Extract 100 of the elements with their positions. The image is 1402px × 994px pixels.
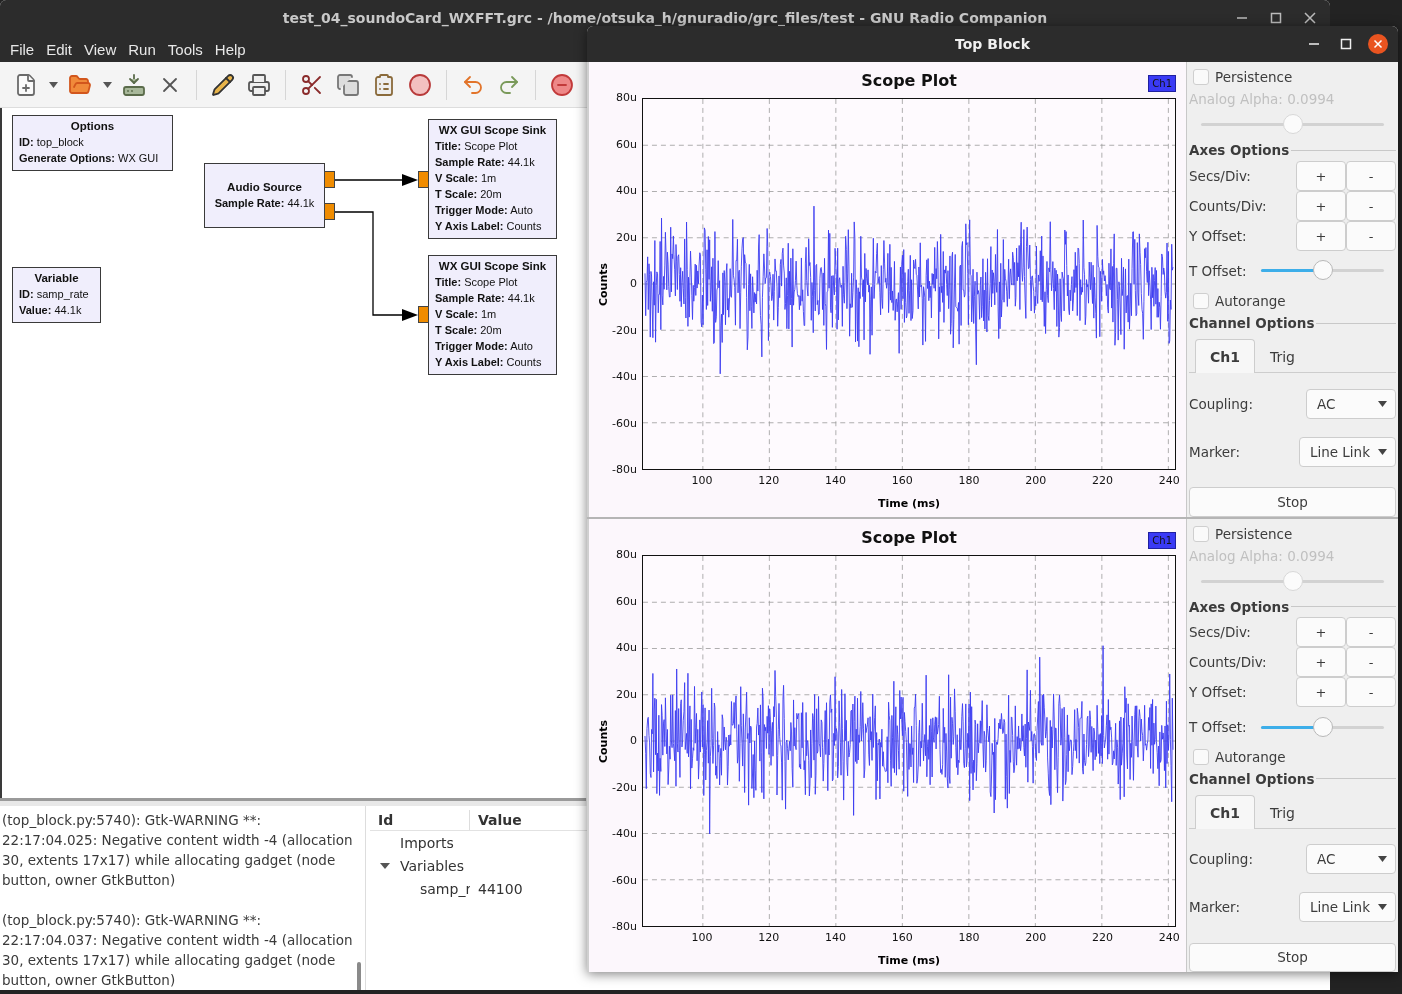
menu-item[interactable]: View bbox=[78, 40, 123, 58]
increase-button[interactable]: + bbox=[1296, 191, 1346, 221]
decrease-button[interactable]: - bbox=[1346, 647, 1396, 678]
channel-badge: Ch1 bbox=[1148, 75, 1176, 92]
flowgraph-block[interactable]: WX GUI Scope Sink Title: Scope Plot Sample Rate: 44.1k V Scale: 1m T Scale: 20m Trigger Mode: Auto Y Axis Label: Counts bbox=[428, 255, 557, 375]
section-title: Axes Options bbox=[1189, 598, 1290, 615]
y-tick-label: -60u bbox=[612, 872, 637, 889]
expand-caret-icon[interactable] bbox=[380, 860, 390, 871]
section-title: Channel Options bbox=[1189, 771, 1315, 787]
checkbox[interactable] bbox=[1193, 525, 1209, 542]
dropdown[interactable]: AC bbox=[1306, 844, 1396, 875]
y-tick-label: -60u bbox=[612, 415, 637, 432]
caret-icon bbox=[1378, 449, 1387, 456]
output-port[interactable] bbox=[324, 203, 335, 220]
channel-tab[interactable]: Ch1 bbox=[1195, 795, 1255, 830]
section-title: Channel Options bbox=[1189, 315, 1315, 331]
channel-tab[interactable]: Ch1 bbox=[1195, 339, 1255, 374]
input-port[interactable] bbox=[418, 171, 429, 188]
x-tick-label: 220 bbox=[1092, 474, 1114, 487]
decrease-button[interactable]: - bbox=[1346, 221, 1396, 251]
block-param: Sample Rate: 44.1k bbox=[435, 291, 536, 306]
y-tick-label: 20u bbox=[616, 686, 637, 703]
block-param: V Scale: 1m bbox=[435, 171, 498, 186]
axis-option-label: Y Offset: bbox=[1189, 684, 1248, 701]
field-label: Marker: bbox=[1189, 899, 1240, 916]
checkbox[interactable] bbox=[1193, 68, 1209, 85]
x-tick-label: 140 bbox=[825, 474, 847, 487]
block-title: WX GUI Scope Sink bbox=[437, 124, 548, 136]
caret-icon bbox=[102, 81, 112, 88]
block-title: Options bbox=[69, 120, 116, 132]
checkbox[interactable] bbox=[1193, 749, 1209, 766]
x-tick-label: 160 bbox=[891, 474, 913, 487]
y-tick-label: 40u bbox=[616, 183, 637, 199]
y-tick-label: -40u bbox=[612, 826, 637, 842]
block-param: Y Axis Label: Counts bbox=[435, 219, 543, 234]
block-title: WX GUI Scope Sink bbox=[437, 260, 548, 272]
menu-item[interactable]: Tools bbox=[161, 40, 209, 58]
dropdown[interactable]: Line Link bbox=[1298, 892, 1396, 923]
slider-label: T Offset: bbox=[1189, 719, 1248, 736]
tree-item[interactable]: Variables bbox=[400, 857, 464, 874]
menu-item[interactable]: Run bbox=[122, 40, 162, 58]
y-axis-label: Counts bbox=[597, 719, 611, 763]
decrease-button[interactable]: - bbox=[1346, 617, 1396, 648]
x-tick-label: 180 bbox=[958, 474, 980, 487]
slider-thumb[interactable] bbox=[1312, 260, 1333, 281]
increase-button[interactable]: + bbox=[1296, 161, 1346, 191]
dropdown[interactable]: Line Link bbox=[1298, 437, 1396, 468]
menu-item[interactable]: File bbox=[4, 40, 41, 58]
block-param: ID: top_block bbox=[19, 135, 85, 150]
column-header[interactable]: Id bbox=[370, 810, 470, 830]
decrease-button[interactable]: - bbox=[1346, 161, 1396, 191]
field-label: Marker: bbox=[1189, 444, 1240, 461]
decrease-button[interactable]: - bbox=[1346, 677, 1396, 708]
y-tick-label: 20u bbox=[616, 229, 637, 246]
increase-button[interactable]: + bbox=[1296, 221, 1346, 251]
y-tick-label: -40u bbox=[612, 369, 637, 385]
tree-item[interactable]: Imports bbox=[400, 834, 454, 851]
increase-button[interactable]: + bbox=[1296, 647, 1346, 678]
x-tick-label: 120 bbox=[758, 931, 780, 944]
y-tick-label: -20u bbox=[612, 322, 637, 339]
output-port[interactable] bbox=[324, 171, 335, 188]
block-param: V Scale: 1m bbox=[435, 307, 498, 322]
x-tick-label: 180 bbox=[958, 931, 980, 944]
block-title: Audio Source bbox=[226, 180, 303, 193]
y-tick-label: 80u bbox=[616, 90, 637, 106]
flowgraph-block[interactable]: Variable ID: samp_rate Value: 44.1k bbox=[12, 267, 101, 323]
channel-tab[interactable]: Trig bbox=[1255, 339, 1310, 374]
x-tick-label: 100 bbox=[691, 474, 713, 487]
increase-button[interactable]: + bbox=[1296, 617, 1346, 648]
plot-title: Scope Plot bbox=[861, 70, 957, 90]
flowgraph-block[interactable]: Audio Source Sample Rate: 44.1k bbox=[204, 163, 325, 228]
y-tick-label: -80u bbox=[612, 919, 637, 935]
menu-item[interactable]: Help bbox=[208, 40, 252, 58]
checkbox[interactable] bbox=[1193, 293, 1209, 310]
flowgraph-block[interactable]: WX GUI Scope Sink Title: Scope Plot Sample Rate: 44.1k V Scale: 1m T Scale: 20m Trigger Mode: Auto Y Axis Label: Counts bbox=[428, 119, 557, 239]
caret-icon bbox=[1378, 400, 1387, 407]
slider-thumb[interactable] bbox=[1312, 716, 1333, 737]
console-message: (top_block.py:5740): Gtk-WARNING **: 22:17:04.037: Negative content width -4 (allocation 30, extents 17x17) while allocating gadget (node button, owner GtkButton) bbox=[2, 911, 353, 990]
x-tick-label: 240 bbox=[1158, 474, 1180, 487]
window-title: Top Block bbox=[955, 36, 1030, 52]
stop-button[interactable]: Stop bbox=[1189, 942, 1396, 972]
increase-button[interactable]: + bbox=[1296, 677, 1346, 708]
stop-button[interactable]: Stop bbox=[1189, 487, 1396, 517]
decrease-button[interactable]: - bbox=[1346, 191, 1396, 221]
x-tick-label: 200 bbox=[1025, 931, 1047, 944]
flowgraph-block[interactable]: Options ID: top_block Generate Options: WX GUI bbox=[12, 115, 173, 171]
axis-option-label: Y Offset: bbox=[1189, 228, 1248, 244]
close-icon[interactable] bbox=[1368, 34, 1388, 54]
plot-title: Scope Plot bbox=[861, 527, 957, 547]
field-label: Coupling: bbox=[1189, 851, 1253, 868]
checkbox-label: Autorange bbox=[1215, 749, 1286, 766]
y-tick-label: 80u bbox=[616, 547, 637, 563]
y-axis-label: Counts bbox=[597, 262, 611, 306]
input-port[interactable] bbox=[418, 306, 429, 323]
menu-item[interactable]: Edit bbox=[40, 40, 79, 58]
channel-tab[interactable]: Trig bbox=[1255, 795, 1310, 830]
dropdown[interactable]: AC bbox=[1306, 388, 1396, 419]
axis-option-label: Secs/Div: bbox=[1189, 168, 1252, 184]
column-header[interactable]: Value bbox=[470, 810, 590, 830]
block-param: T Scale: 20m bbox=[435, 187, 503, 202]
